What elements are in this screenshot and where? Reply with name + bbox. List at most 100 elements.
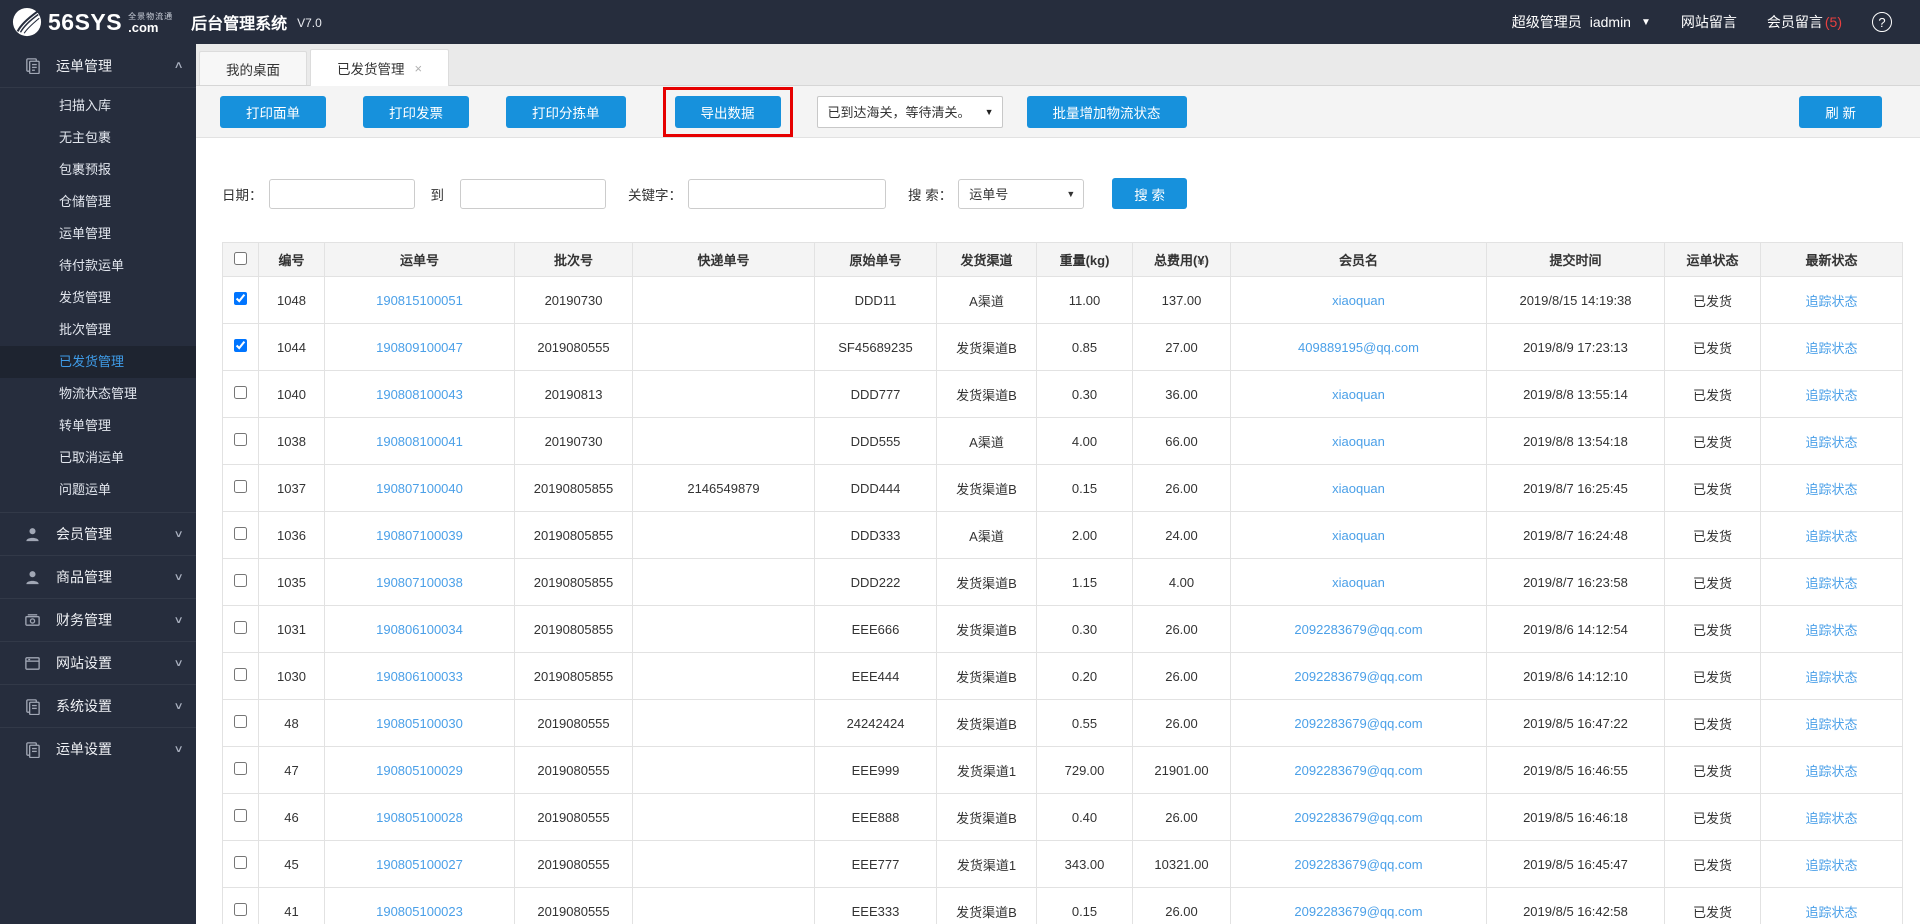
sidebar-item-包裹预报[interactable]: 包裹预报 — [0, 154, 196, 186]
print-label-button[interactable]: 打印面单 — [220, 96, 326, 128]
sidebar-item-待付款运单[interactable]: 待付款运单 — [0, 250, 196, 282]
member-name-link[interactable]: 2092283679@qq.com — [1294, 810, 1422, 825]
sidebar-group-网站设置[interactable]: 网站设置∨ — [0, 641, 196, 684]
row-checkbox[interactable] — [234, 527, 247, 540]
row-checkbox[interactable] — [234, 762, 247, 775]
latest-status-link[interactable]: 追踪状态 — [1805, 388, 1857, 403]
row-checkbox[interactable] — [234, 621, 247, 634]
member-name-link[interactable]: 2092283679@qq.com — [1294, 716, 1422, 731]
row-checkbox[interactable] — [234, 574, 247, 587]
row-checkbox[interactable] — [234, 668, 247, 681]
tab-我的桌面[interactable]: 我的桌面 — [199, 51, 307, 85]
waybill-number-link[interactable]: 190809100047 — [376, 340, 463, 355]
site-messages-link[interactable]: 网站留言 — [1681, 12, 1737, 32]
member-name-link[interactable]: xiaoquan — [1332, 293, 1385, 308]
sidebar-item-已取消运单[interactable]: 已取消运单 — [0, 442, 196, 474]
waybill-number-link[interactable]: 190806100034 — [376, 622, 463, 637]
member-name-link[interactable]: 2092283679@qq.com — [1294, 904, 1422, 919]
sidebar-group-运单管理[interactable]: 运单管理∧ — [0, 44, 196, 87]
waybill-number-link[interactable]: 190808100041 — [376, 434, 463, 449]
member-name-link[interactable]: xiaoquan — [1332, 434, 1385, 449]
latest-status-link[interactable]: 追踪状态 — [1805, 811, 1857, 826]
sidebar-item-已发货管理[interactable]: 已发货管理 — [0, 346, 196, 378]
waybill-number-link[interactable]: 190807100040 — [376, 481, 463, 496]
table-row: 451908051000272019080555EEE777发货渠道1343.0… — [223, 841, 1903, 888]
row-checkbox[interactable] — [234, 386, 247, 399]
help-icon[interactable]: ? — [1872, 12, 1892, 32]
row-checkbox[interactable] — [234, 715, 247, 728]
latest-status-link[interactable]: 追踪状态 — [1805, 529, 1857, 544]
waybill-number-link[interactable]: 190807100038 — [376, 575, 463, 590]
batch-number-cell: 20190805855 — [515, 559, 633, 606]
waybill-number-cell: 190805100027 — [325, 841, 515, 888]
row-checkbox[interactable] — [234, 339, 247, 352]
member-name-link[interactable]: 2092283679@qq.com — [1294, 763, 1422, 778]
waybill-number-link[interactable]: 190805100030 — [376, 716, 463, 731]
sidebar-item-转单管理[interactable]: 转单管理 — [0, 410, 196, 442]
row-checkbox[interactable] — [234, 292, 247, 305]
waybill-number-link[interactable]: 190805100023 — [376, 904, 463, 919]
sidebar-item-发货管理[interactable]: 发货管理 — [0, 282, 196, 314]
latest-status-link[interactable]: 追踪状态 — [1805, 482, 1857, 497]
waybill-number-link[interactable]: 190807100039 — [376, 528, 463, 543]
latest-status-link[interactable]: 追踪状态 — [1805, 717, 1857, 732]
sidebar-item-扫描入库[interactable]: 扫描入库 — [0, 90, 196, 122]
latest-status-link[interactable]: 追踪状态 — [1805, 341, 1857, 356]
sidebar-group-商品管理[interactable]: 商品管理∨ — [0, 555, 196, 598]
search-button[interactable]: 搜 索 — [1112, 178, 1187, 209]
member-name-link[interactable]: xiaoquan — [1332, 528, 1385, 543]
member-name-link[interactable]: xiaoquan — [1332, 481, 1385, 496]
latest-status-link[interactable]: 追踪状态 — [1805, 858, 1857, 873]
latest-status-link[interactable]: 追踪状态 — [1805, 670, 1857, 685]
member-name-link[interactable]: 2092283679@qq.com — [1294, 669, 1422, 684]
sidebar-item-仓储管理[interactable]: 仓储管理 — [0, 186, 196, 218]
search-type-select[interactable]: 运单号 ▼ — [958, 179, 1084, 209]
member-name-link[interactable]: 2092283679@qq.com — [1294, 857, 1422, 872]
sidebar-item-运单管理[interactable]: 运单管理 — [0, 218, 196, 250]
latest-status-link[interactable]: 追踪状态 — [1805, 576, 1857, 591]
column-header-运单号: 运单号 — [325, 243, 515, 277]
latest-status-link[interactable]: 追踪状态 — [1805, 905, 1857, 920]
date-from-input[interactable] — [269, 179, 415, 209]
waybill-number-link[interactable]: 190808100043 — [376, 387, 463, 402]
refresh-button[interactable]: 刷 新 — [1799, 96, 1882, 128]
waybill-number-link[interactable]: 190805100027 — [376, 857, 463, 872]
sidebar-item-无主包裹[interactable]: 无主包裹 — [0, 122, 196, 154]
member-name-link[interactable]: xiaoquan — [1332, 387, 1385, 402]
tab-已发货管理[interactable]: 已发货管理× — [310, 49, 449, 86]
print-sorting-button[interactable]: 打印分拣单 — [506, 96, 626, 128]
member-name-link[interactable]: 2092283679@qq.com — [1294, 622, 1422, 637]
sidebar-item-问题运单[interactable]: 问题运单 — [0, 474, 196, 506]
latest-status-link[interactable]: 追踪状态 — [1805, 623, 1857, 638]
user-menu[interactable]: 超级管理员 iadmin ▼ — [1512, 12, 1651, 32]
sidebar-group-会员管理[interactable]: 会员管理∨ — [0, 512, 196, 555]
member-name-link[interactable]: xiaoquan — [1332, 575, 1385, 590]
latest-status-link[interactable]: 追踪状态 — [1805, 764, 1857, 779]
row-checkbox[interactable] — [234, 433, 247, 446]
member-messages-link[interactable]: 会员留言(5) — [1767, 12, 1842, 32]
row-checkbox[interactable] — [234, 809, 247, 822]
sidebar-item-批次管理[interactable]: 批次管理 — [0, 314, 196, 346]
row-checkbox[interactable] — [234, 903, 247, 916]
print-invoice-button[interactable]: 打印发票 — [363, 96, 469, 128]
select-all-checkbox[interactable] — [234, 252, 247, 265]
logistics-status-select[interactable]: 已到达海关，等待清关。 ▼ — [817, 96, 1003, 128]
sidebar-item-物流状态管理[interactable]: 物流状态管理 — [0, 378, 196, 410]
waybill-number-link[interactable]: 190806100033 — [376, 669, 463, 684]
batch-add-status-button[interactable]: 批量增加物流状态 — [1027, 96, 1187, 128]
waybill-number-link[interactable]: 190805100029 — [376, 763, 463, 778]
sidebar-group-财务管理[interactable]: 财务管理∨ — [0, 598, 196, 641]
waybill-number-link[interactable]: 190805100028 — [376, 810, 463, 825]
sidebar-group-运单设置[interactable]: 运单设置∨ — [0, 727, 196, 770]
member-name-link[interactable]: 409889195@qq.com — [1298, 340, 1419, 355]
row-checkbox[interactable] — [234, 480, 247, 493]
row-checkbox[interactable] — [234, 856, 247, 869]
sidebar-group-系统设置[interactable]: 系统设置∨ — [0, 684, 196, 727]
date-to-input[interactable] — [460, 179, 606, 209]
latest-status-link[interactable]: 追踪状态 — [1805, 435, 1857, 450]
export-data-button[interactable]: 导出数据 — [675, 96, 781, 128]
waybill-number-link[interactable]: 190815100051 — [376, 293, 463, 308]
latest-status-link[interactable]: 追踪状态 — [1805, 294, 1857, 309]
keyword-input[interactable] — [688, 179, 886, 209]
close-icon[interactable]: × — [415, 61, 423, 76]
